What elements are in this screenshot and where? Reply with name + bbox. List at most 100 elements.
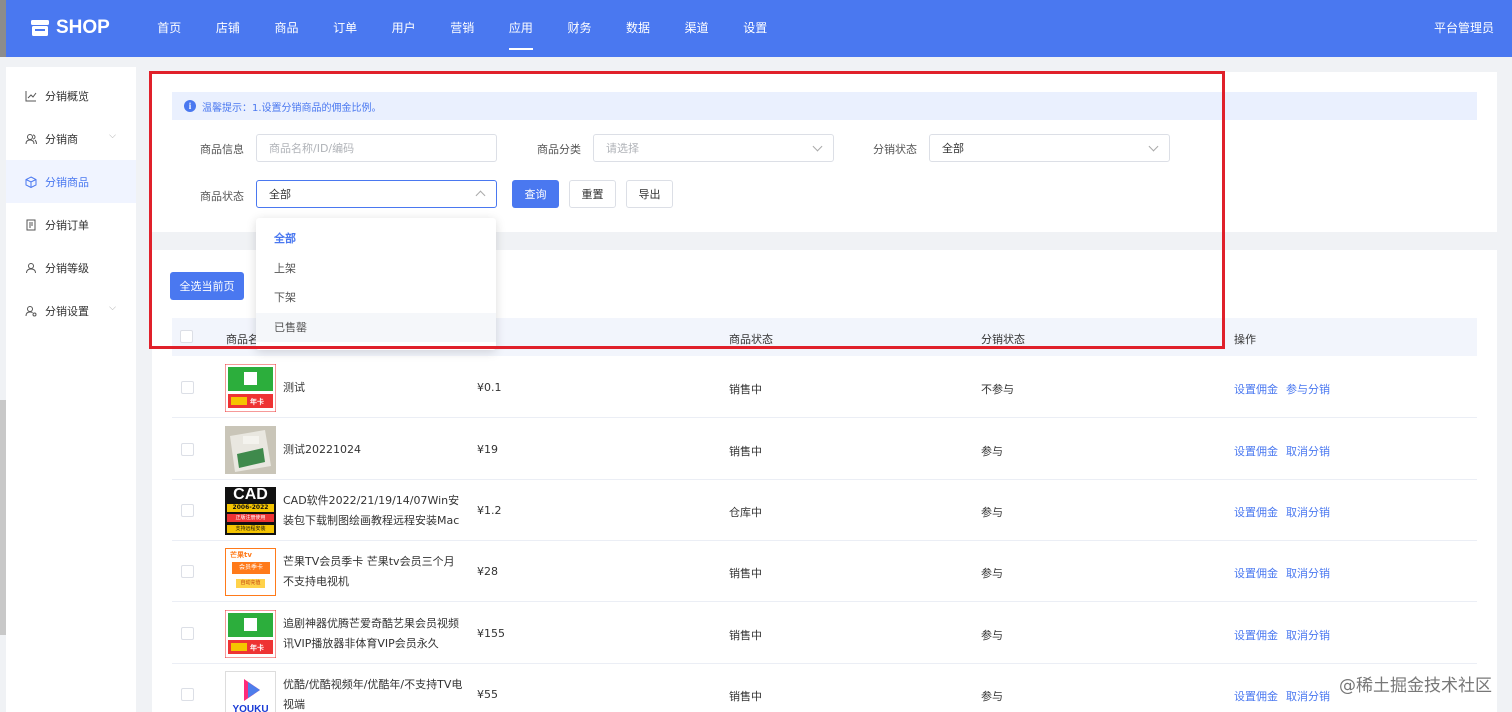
notice-banner: i 温馨提示：1.设置分销商品的佣金比例。	[172, 92, 1477, 120]
row-checkbox[interactable]	[181, 627, 194, 640]
set-commission-link[interactable]: 设置佣金	[1234, 688, 1278, 704]
row-checkbox[interactable]	[181, 381, 194, 394]
vip-card-thumb: 年卡	[225, 610, 276, 658]
select-current-page-button[interactable]: 全选当前页	[170, 272, 244, 300]
sidebar-item-distributors[interactable]: 分销商 ⌵	[6, 117, 136, 160]
mango-tv-thumb: 芒果tv 会员季卡 自动充值	[225, 548, 276, 596]
nav-store[interactable]: 店铺	[199, 0, 258, 57]
box-icon	[24, 175, 38, 189]
nav-data[interactable]: 数据	[609, 0, 668, 57]
reset-button[interactable]: 重置	[569, 180, 616, 208]
thumb-bottom: 支持远程安装	[227, 525, 274, 533]
nav-marketing[interactable]: 营销	[433, 0, 492, 57]
product-category-select[interactable]: 请选择	[593, 134, 834, 162]
thumb-years: 2006-2022	[227, 504, 274, 512]
row-checkbox[interactable]	[181, 504, 194, 517]
distribution-status-select[interactable]: 全部	[929, 134, 1170, 162]
notice-text: 温馨提示：1.设置分销商品的佣金比例。	[202, 102, 382, 114]
cancel-distribution-link[interactable]: 取消分销	[1286, 688, 1330, 704]
join-distribution-link[interactable]: 参与分销	[1286, 381, 1330, 397]
nav-home[interactable]: 首页	[140, 0, 199, 57]
product-category-label: 商品分类	[537, 143, 581, 156]
dropdown-option-all[interactable]: 全部	[256, 224, 496, 254]
thumb-badge-text: 年卡	[250, 398, 264, 406]
sidebar-item-settings[interactable]: 分销设置 ⌵	[6, 289, 136, 332]
distribution-status: 不参与	[981, 383, 1014, 396]
product-name: 优酷/优酷视频年/优酷年/不支持TV电视端	[283, 678, 463, 711]
cancel-distribution-link[interactable]: 取消分销	[1286, 504, 1330, 520]
thumb-title: 芒果tv	[230, 551, 252, 559]
thumb-badge-text: 自动充值	[236, 579, 265, 588]
sidebar-item-products[interactable]: 分销商品	[6, 160, 136, 203]
document-icon	[24, 218, 38, 232]
nav-finance[interactable]: 财务	[550, 0, 609, 57]
nav-users[interactable]: 用户	[374, 0, 433, 57]
product-status-select[interactable]: 全部	[256, 180, 497, 208]
cad-thumb: CAD 2006-2022 正版注册使用 支持远程安装	[225, 487, 276, 535]
distribution-status: 参与	[981, 690, 1003, 703]
product-info-label: 商品信息	[200, 143, 244, 156]
sidebar-item-label: 分销设置	[45, 304, 89, 318]
dropdown-option-off-shelf[interactable]: 下架	[256, 283, 496, 313]
set-commission-link[interactable]: 设置佣金	[1234, 627, 1278, 643]
chevron-down-icon: ⌵	[109, 131, 116, 141]
shop-logo[interactable]: SHOP	[30, 17, 110, 39]
nav-settings[interactable]: 设置	[726, 0, 785, 57]
sidebar-item-label: 分销订单	[45, 218, 89, 232]
product-status: 销售中	[729, 629, 762, 642]
table-row: CAD 2006-2022 正版注册使用 支持远程安装 CAD软件2022/21…	[172, 480, 1477, 541]
select-all-checkbox[interactable]	[180, 330, 193, 343]
set-commission-link[interactable]: 设置佣金	[1234, 565, 1278, 581]
row-checkbox[interactable]	[181, 688, 194, 701]
distribution-status-label: 分销状态	[873, 143, 917, 156]
column-header-actions: 操作	[1234, 333, 1256, 346]
set-commission-link[interactable]: 设置佣金	[1234, 381, 1278, 397]
row-checkbox[interactable]	[181, 565, 194, 578]
sidebar-item-label: 分销等级	[45, 261, 89, 275]
sidebar-item-levels[interactable]: 分销等级	[6, 246, 136, 289]
product-status: 仓库中	[729, 506, 762, 519]
sidebar-item-orders[interactable]: 分销订单	[6, 203, 136, 246]
main-nav: 首页 店铺 商品 订单 用户 营销 应用 财务 数据 渠道 设置	[140, 0, 785, 57]
nav-apps[interactable]: 应用	[492, 0, 551, 57]
column-header-name: 商品名	[226, 333, 259, 346]
column-header-product-status: 商品状态	[729, 333, 773, 346]
chart-line-icon	[24, 89, 38, 103]
set-commission-link[interactable]: 设置佣金	[1234, 504, 1278, 520]
export-button[interactable]: 导出	[626, 180, 673, 208]
nav-products[interactable]: 商品	[257, 0, 316, 57]
thumb-subtitle: 正版注册使用	[227, 514, 274, 522]
query-button[interactable]: 查询	[512, 180, 559, 208]
row-checkbox[interactable]	[181, 443, 194, 456]
set-commission-link[interactable]: 设置佣金	[1234, 443, 1278, 459]
table-row: 芒果tv 会员季卡 自动充值 芒果TV会员季卡 芒果tv会员三个月 不支持电视机…	[172, 541, 1477, 602]
window-scrollbar[interactable]	[0, 400, 6, 635]
watermark: @稀土掘金技术社区	[1339, 676, 1492, 696]
distribution-status: 参与	[981, 506, 1003, 519]
distribution-status: 参与	[981, 629, 1003, 642]
chevron-down-icon: ⌵	[109, 303, 116, 313]
admin-user-menu[interactable]: 平台管理员	[1434, 0, 1494, 57]
chevron-up-icon	[475, 190, 486, 201]
user-settings-icon	[24, 304, 38, 318]
sidebar-item-overview[interactable]: 分销概览	[6, 74, 136, 117]
product-name: 测试20221024	[283, 443, 361, 456]
table-row: 测试20221024 ¥19 销售中 参与 设置佣金 取消分销	[172, 419, 1477, 480]
cancel-distribution-link[interactable]: 取消分销	[1286, 565, 1330, 581]
package-photo-thumb	[225, 426, 276, 474]
dropdown-option-on-shelf[interactable]: 上架	[256, 254, 496, 284]
chevron-down-icon	[812, 141, 823, 152]
nav-orders[interactable]: 订单	[316, 0, 375, 57]
select-value: 全部	[269, 188, 291, 201]
cancel-distribution-link[interactable]: 取消分销	[1286, 443, 1330, 459]
product-status: 销售中	[729, 690, 762, 703]
cancel-distribution-link[interactable]: 取消分销	[1286, 627, 1330, 643]
youku-thumb: YOUKU	[225, 671, 276, 712]
nav-channels[interactable]: 渠道	[667, 0, 726, 57]
table-row: YOUKU 优酷/优酷视频年/优酷年/不支持TV电视端 ¥55 销售中 参与 设…	[172, 664, 1477, 712]
product-info-input[interactable]: 商品名称/ID/编码	[256, 134, 497, 162]
dropdown-option-sold-out[interactable]: 已售罄	[256, 312, 496, 342]
product-price: ¥1.2	[477, 504, 502, 517]
users-icon	[24, 132, 38, 146]
column-header-dist-status: 分销状态	[981, 333, 1025, 346]
